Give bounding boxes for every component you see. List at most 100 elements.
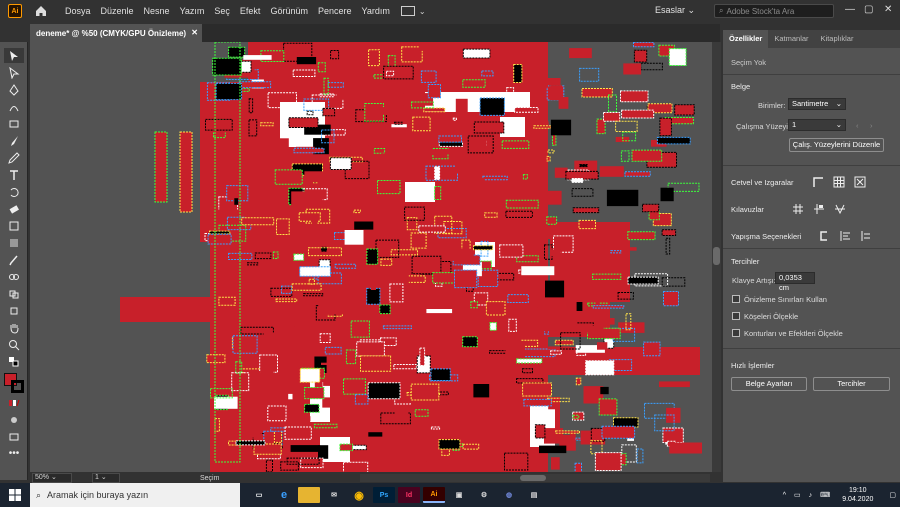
pen-tool[interactable] bbox=[4, 82, 24, 97]
next-artboard-icon[interactable]: › bbox=[870, 121, 873, 130]
draw-mode[interactable] bbox=[4, 412, 24, 427]
store-icon[interactable]: ▣ bbox=[448, 487, 470, 503]
preview-bounds-checkbox[interactable] bbox=[732, 295, 740, 303]
menu-file[interactable]: Dosya bbox=[60, 6, 96, 16]
chrome-icon[interactable]: ◉ bbox=[348, 487, 370, 503]
app-icon[interactable]: ▤ bbox=[523, 487, 545, 503]
search-icon: ⌕ bbox=[36, 489, 42, 500]
menu-type[interactable]: Yazım bbox=[175, 6, 210, 16]
hand-tool[interactable] bbox=[4, 320, 24, 335]
language-icon[interactable]: ⌨ bbox=[820, 491, 830, 499]
artboard-navigator[interactable]: 1 ⌄ bbox=[92, 473, 120, 483]
edit-artboards-button[interactable]: Çalış. Yüzeylerini Düzenle bbox=[789, 138, 884, 152]
snap-grid-icon[interactable] bbox=[839, 230, 851, 242]
discord-icon[interactable]: ◍ bbox=[498, 487, 520, 503]
photoshop-icon[interactable]: Ps bbox=[373, 487, 395, 503]
selection-tool[interactable] bbox=[4, 48, 24, 63]
pencil-tool[interactable] bbox=[4, 150, 24, 165]
menu-object[interactable]: Nesne bbox=[139, 6, 175, 16]
stock-search-input[interactable]: ⌕ Adobe Stock'ta Ara bbox=[714, 4, 834, 18]
workspace-switcher[interactable]: ⌄ bbox=[400, 6, 426, 16]
notifications-icon[interactable]: ▢ bbox=[889, 491, 896, 499]
tab-properties[interactable]: Özellikler bbox=[723, 30, 769, 48]
menu-effect[interactable]: Efekt bbox=[235, 6, 266, 16]
task-view-icon[interactable]: ▭ bbox=[248, 487, 270, 503]
screen-mode[interactable] bbox=[4, 429, 24, 444]
units-select[interactable]: Santimetre ⌄ bbox=[788, 98, 846, 110]
rotate-tool[interactable] bbox=[4, 184, 24, 199]
direct-selection-tool[interactable] bbox=[4, 65, 24, 80]
menu-window[interactable]: Pencere bbox=[313, 6, 357, 16]
document-tab[interactable]: deneme* @ %50 (CMYK/GPU Önizleme) ✕ bbox=[30, 24, 202, 42]
tab-layers[interactable]: Katmanlar bbox=[768, 30, 814, 48]
properties-panel: Özellikler Katmanlar Kitaplıklar Seçim Y… bbox=[723, 30, 900, 482]
settings-icon[interactable]: ⚙ bbox=[473, 487, 495, 503]
guides-icon[interactable] bbox=[792, 203, 804, 215]
home-icon[interactable] bbox=[34, 4, 48, 18]
taskbar-search[interactable]: ⌕ Aramak için buraya yazın bbox=[30, 483, 240, 507]
arrow-icon bbox=[10, 50, 18, 61]
mail-icon[interactable]: ✉ bbox=[323, 487, 345, 503]
horizontal-scrollbar[interactable] bbox=[360, 474, 710, 482]
fill-stroke-swatch[interactable] bbox=[0, 371, 27, 393]
scroll-thumb[interactable] bbox=[713, 247, 720, 265]
prev-artboard-icon[interactable]: ‹ bbox=[856, 121, 859, 130]
snap-pixel-icon[interactable] bbox=[860, 230, 872, 242]
artboard-select[interactable]: 1 ⌄ bbox=[788, 119, 846, 131]
keyboard-increment-field[interactable]: 0,0353 cm bbox=[775, 272, 815, 292]
maximize-button[interactable]: ▢ bbox=[864, 4, 873, 15]
pencil-icon bbox=[8, 151, 20, 164]
more-tools[interactable]: ••• bbox=[4, 446, 24, 461]
network-icon[interactable]: ▭ bbox=[794, 491, 801, 499]
volume-icon[interactable]: ♪ bbox=[809, 492, 813, 499]
close-tab-icon[interactable]: ✕ bbox=[191, 28, 198, 37]
system-tray: ^ ▭ ♪ ⌨ 19:10 9.04.2020 ▢ bbox=[779, 483, 896, 507]
eyedropper-tool[interactable] bbox=[4, 252, 24, 267]
close-button[interactable]: ✕ bbox=[884, 4, 892, 15]
grid-icon[interactable] bbox=[833, 176, 845, 188]
curvature-tool[interactable] bbox=[4, 99, 24, 114]
clock[interactable]: 19:10 9.04.2020 bbox=[842, 486, 873, 504]
document-settings-button[interactable]: Belge Ayarları bbox=[731, 377, 807, 391]
menu-edit[interactable]: Düzenle bbox=[96, 6, 139, 16]
shape-builder-tool[interactable] bbox=[4, 286, 24, 301]
blend-tool[interactable] bbox=[4, 269, 24, 284]
type-tool[interactable] bbox=[4, 167, 24, 182]
indesign-icon[interactable]: Id bbox=[398, 487, 420, 503]
scale-strokes-checkbox[interactable] bbox=[732, 329, 740, 337]
default-colors[interactable] bbox=[4, 354, 24, 369]
start-button[interactable] bbox=[0, 483, 30, 507]
illustrator-icon[interactable]: Ai bbox=[423, 487, 445, 503]
file-explorer-icon[interactable] bbox=[298, 487, 320, 503]
perspective-guides-icon[interactable] bbox=[834, 203, 846, 215]
pixel-grid-icon[interactable] bbox=[854, 176, 866, 188]
menu-bar: Ai Dosya Düzenle Nesne Yazım Seç Efekt G… bbox=[0, 0, 900, 22]
preferences-button[interactable]: Tercihler bbox=[813, 377, 890, 391]
color-mode[interactable] bbox=[4, 395, 24, 410]
scale-tool[interactable] bbox=[4, 218, 24, 233]
zoom-tool[interactable] bbox=[4, 337, 24, 352]
edge-icon[interactable]: e bbox=[273, 487, 295, 503]
menu-select[interactable]: Seç bbox=[209, 6, 235, 16]
eraser-tool[interactable] bbox=[4, 201, 24, 216]
smart-guides-icon[interactable] bbox=[813, 203, 825, 215]
menu-help[interactable]: Yardım bbox=[357, 6, 395, 16]
scale-corners-checkbox[interactable] bbox=[732, 312, 740, 320]
hscroll-thumb[interactable] bbox=[520, 475, 546, 481]
gradient-tool[interactable] bbox=[4, 235, 24, 250]
zoom-field[interactable]: 50% ⌄ bbox=[32, 473, 72, 483]
stroke-swatch[interactable] bbox=[11, 380, 24, 393]
snap-point-icon[interactable] bbox=[818, 230, 830, 242]
artboard-tool[interactable] bbox=[4, 303, 24, 318]
artwork-canvas[interactable] bbox=[30, 42, 712, 472]
minimize-button[interactable]: — bbox=[845, 4, 855, 15]
paintbrush-tool[interactable] bbox=[4, 133, 24, 148]
vertical-scrollbar[interactable] bbox=[712, 42, 721, 472]
chevron-down-icon: ⌄ bbox=[418, 6, 426, 16]
workspace-name[interactable]: Esaslar ⌄ bbox=[655, 5, 695, 16]
chevron-up-icon[interactable]: ^ bbox=[783, 492, 786, 499]
menu-view[interactable]: Görünüm bbox=[265, 6, 313, 16]
ruler-icon[interactable] bbox=[812, 176, 824, 188]
tab-libraries[interactable]: Kitaplıklar bbox=[815, 30, 860, 48]
rectangle-tool[interactable] bbox=[4, 116, 24, 131]
